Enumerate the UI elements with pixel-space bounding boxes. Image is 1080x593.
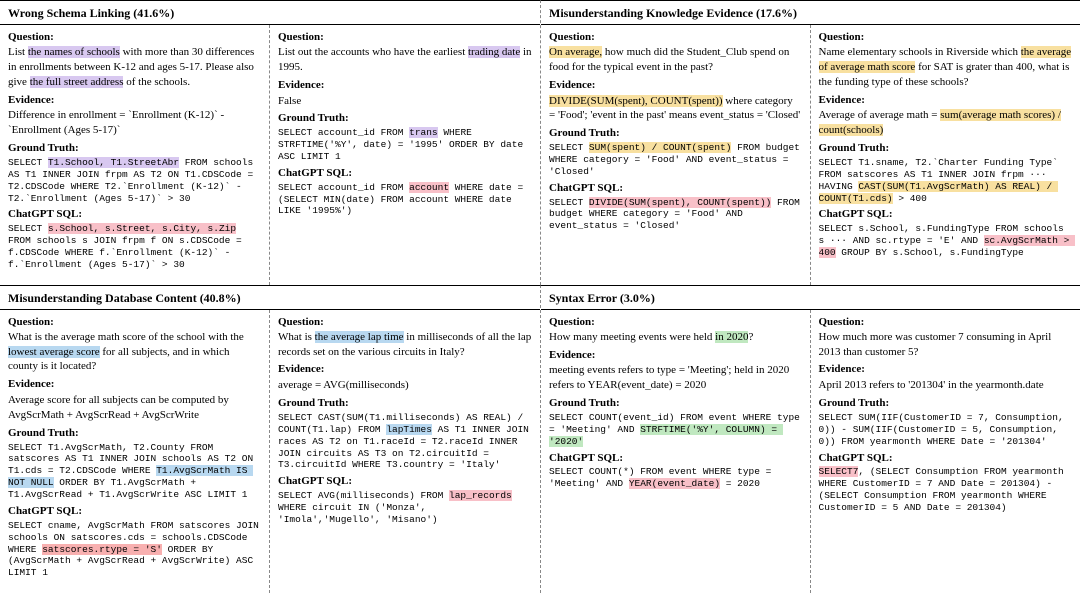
label-ground-truth: Ground Truth: <box>819 141 1073 156</box>
evidence-text: Average score for all subjects can be co… <box>8 393 261 423</box>
question-text: Name elementary schools in Riverside whi… <box>819 46 1072 88</box>
question-text: List out the accounts who have the earli… <box>278 46 532 73</box>
label-chatgpt-sql: ChatGPT SQL: <box>8 504 261 519</box>
evidence-text: April 2013 refers to '201304' in the yea… <box>819 378 1073 393</box>
label-evidence: Evidence: <box>549 78 802 93</box>
example-col: Question: List out the accounts who have… <box>270 25 540 284</box>
label-question: Question: <box>549 315 802 330</box>
quadrant-knowledge-evidence: Misunderstanding Knowledge Evidence (17.… <box>540 0 1080 285</box>
columns: Question: List the names of schools with… <box>0 25 540 284</box>
label-chatgpt-sql: ChatGPT SQL: <box>819 207 1073 222</box>
label-ground-truth: Ground Truth: <box>8 426 261 441</box>
ground-truth-sql: SELECT SUM(spent) / COUNT(spent) FROM bu… <box>549 142 802 178</box>
chatgpt-sql: SELECT s.School, s.Street, s.City, s.Zip… <box>8 223 261 271</box>
ground-truth-sql: SELECT account_id FROM trans WHERE STRFT… <box>278 127 532 163</box>
chatgpt-sql: SELECT account_id FROM account WHERE dat… <box>278 182 532 218</box>
label-question: Question: <box>278 30 532 45</box>
example-col: Question: What is the average math score… <box>0 310 270 593</box>
label-chatgpt-sql: ChatGPT SQL: <box>278 166 532 181</box>
example-col: Question: List the names of schools with… <box>0 25 270 284</box>
label-chatgpt-sql: ChatGPT SQL: <box>819 451 1073 466</box>
label-question: Question: <box>278 315 532 330</box>
columns: Question: How many meeting events were h… <box>541 310 1080 593</box>
question-text: How much more was customer 7 consuming i… <box>819 331 1052 358</box>
quadrant-db-content: Misunderstanding Database Content (40.8%… <box>0 285 540 593</box>
label-evidence: Evidence: <box>278 78 532 93</box>
question-text: What is the average lap time in millisec… <box>278 331 531 358</box>
evidence-text: Difference in enrollment = `Enrollment (… <box>8 108 261 138</box>
chatgpt-sql: SELECT COUNT(*) FROM event WHERE type = … <box>549 466 802 490</box>
error-category-grid: Wrong Schema Linking (41.6%) Question: L… <box>0 0 1080 593</box>
quadrant-title: Wrong Schema Linking (41.6%) <box>0 1 540 25</box>
label-evidence: Evidence: <box>819 93 1073 108</box>
chatgpt-sql: SELECT7, (SELECT Consumption FROM yearmo… <box>819 466 1073 514</box>
label-evidence: Evidence: <box>8 93 261 108</box>
label-evidence: Evidence: <box>549 348 802 363</box>
example-col: Question: Name elementary schools in Riv… <box>811 25 1080 284</box>
label-question: Question: <box>8 30 261 45</box>
ground-truth-sql: SELECT T1.sname, T2.`Charter Funding Typ… <box>819 157 1073 205</box>
quadrant-syntax-error: Syntax Error (3.0%) Question: How many m… <box>540 285 1080 593</box>
question-text: What is the average math score of the sc… <box>8 331 244 373</box>
label-ground-truth: Ground Truth: <box>278 111 532 126</box>
chatgpt-sql: SELECT AVG(milliseconds) FROM lap_record… <box>278 490 532 526</box>
label-question: Question: <box>819 315 1073 330</box>
evidence-text: DIVIDE(SUM(spent), COUNT(spent)) where c… <box>549 94 802 124</box>
evidence-text: meeting events refers to type = 'Meeting… <box>549 363 802 393</box>
example-col: Question: How many meeting events were h… <box>541 310 811 593</box>
ground-truth-sql: SELECT COUNT(event_id) FROM event WHERE … <box>549 412 802 448</box>
quadrant-title: Misunderstanding Knowledge Evidence (17.… <box>541 1 1080 25</box>
question-text: List the names of schools with more than… <box>8 46 254 88</box>
question-text: On average, how much did the Student_Clu… <box>549 46 789 73</box>
label-evidence: Evidence: <box>8 377 261 392</box>
label-chatgpt-sql: ChatGPT SQL: <box>8 207 261 222</box>
example-col: Question: What is the average lap time i… <box>270 310 540 593</box>
ground-truth-sql: SELECT CAST(SUM(T1.milliseconds) AS REAL… <box>278 412 532 471</box>
evidence-text: average = AVG(milliseconds) <box>278 378 532 393</box>
label-evidence: Evidence: <box>278 362 532 377</box>
ground-truth-sql: SELECT SUM(IIF(CustomerID = 7, Consumpti… <box>819 412 1073 448</box>
ground-truth-sql: SELECT T1.AvgScrMath, T2.County FROM sat… <box>8 442 261 501</box>
label-chatgpt-sql: ChatGPT SQL: <box>549 181 802 196</box>
ground-truth-sql: SELECT T1.School, T1.StreetAbr FROM scho… <box>8 157 261 205</box>
chatgpt-sql: SELECT cname, AvgScrMath FROM satscores … <box>8 520 261 579</box>
label-evidence: Evidence: <box>819 362 1073 377</box>
chatgpt-sql: SELECT s.School, s.FundingType FROM scho… <box>819 223 1073 259</box>
label-question: Question: <box>549 30 802 45</box>
label-chatgpt-sql: ChatGPT SQL: <box>549 451 802 466</box>
label-chatgpt-sql: ChatGPT SQL: <box>278 474 532 489</box>
chatgpt-sql: SELECT DIVIDE(SUM(spent), COUNT(spent)) … <box>549 197 802 233</box>
quadrant-title: Misunderstanding Database Content (40.8%… <box>0 286 540 310</box>
label-ground-truth: Ground Truth: <box>549 126 802 141</box>
evidence-text: False <box>278 94 532 109</box>
label-question: Question: <box>8 315 261 330</box>
label-ground-truth: Ground Truth: <box>278 396 532 411</box>
quadrant-wrong-schema: Wrong Schema Linking (41.6%) Question: L… <box>0 0 540 285</box>
label-ground-truth: Ground Truth: <box>8 141 261 156</box>
label-ground-truth: Ground Truth: <box>549 396 802 411</box>
columns: Question: What is the average math score… <box>0 310 540 593</box>
columns: Question: On average, how much did the S… <box>541 25 1080 284</box>
label-question: Question: <box>819 30 1073 45</box>
label-ground-truth: Ground Truth: <box>819 396 1073 411</box>
example-col: Question: On average, how much did the S… <box>541 25 811 284</box>
question-text: How many meeting events were held in 202… <box>549 331 753 343</box>
example-col: Question: How much more was customer 7 c… <box>811 310 1080 593</box>
evidence-text: Average of average math = sum(average ma… <box>819 108 1073 138</box>
quadrant-title: Syntax Error (3.0%) <box>541 286 1080 310</box>
